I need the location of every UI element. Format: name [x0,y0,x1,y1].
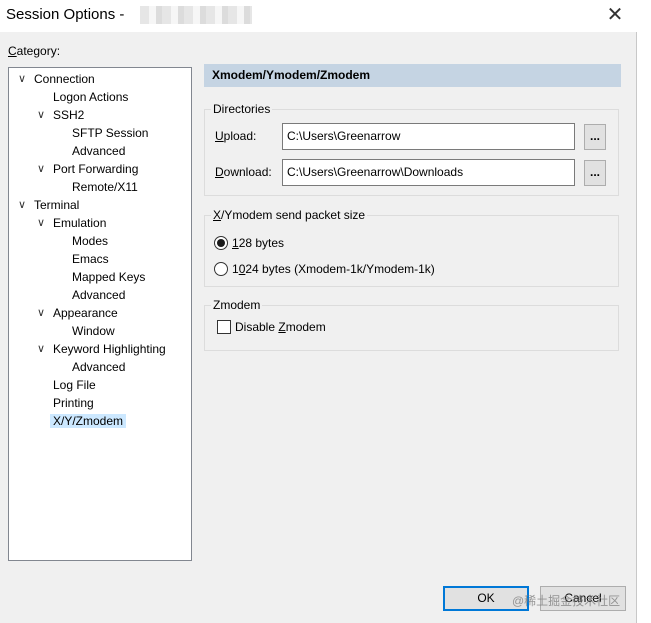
download-path-input[interactable]: C:\Users\Greenarrow\Downloads [282,159,575,186]
packet-128-radio[interactable] [214,236,228,250]
close-icon[interactable]: ✕ [601,2,629,28]
upload-label: Upload: [215,129,257,143]
directories-title: Directories [211,102,273,116]
upload-path-input[interactable]: C:\Users\Greenarrow [282,123,575,150]
category-tree[interactable]: ∨ Connection Logon Actions ∨ SSH2 SFTP S… [8,67,192,561]
download-label: Download: [215,165,272,179]
download-browse-button[interactable]: ... [584,160,606,186]
packet-1024-radio[interactable] [214,262,228,276]
disable-zmodem-checkbox[interactable] [217,320,231,334]
category-label: Category: [8,44,61,58]
chevron-down-icon[interactable]: ∨ [36,214,46,232]
tree-item-remote-x11[interactable]: Remote/X11 [72,178,138,196]
watermark: @稀土掘金技术社区 [512,594,621,608]
disable-zmodem-label[interactable]: Disable Zmodem [235,319,326,335]
tree-item-modes[interactable]: Modes [72,232,108,250]
chevron-down-icon[interactable]: ∨ [17,70,27,88]
tree-item-ssh2[interactable]: ∨ SSH2 [37,106,84,124]
tree-item-appearance[interactable]: ∨ Appearance [37,304,118,322]
tree-item-logon-actions[interactable]: Logon Actions [53,88,128,106]
tree-item-connection[interactable]: ∨ Connection [18,70,95,88]
tree-item-ssh2-advanced[interactable]: Advanced [72,142,125,160]
tree-item-terminal[interactable]: ∨ Terminal [18,196,79,214]
panel-header: Xmodem/Ymodem/Zmodem [204,64,621,87]
tree-item-emacs[interactable]: Emacs [72,250,109,268]
tree-item-printing[interactable]: Printing [53,394,94,412]
tree-item-log-file[interactable]: Log File [53,376,96,394]
tree-item-mapped-keys[interactable]: Mapped Keys [72,268,145,286]
tree-item-port-forwarding[interactable]: ∨ Port Forwarding [37,160,138,178]
chevron-down-icon[interactable]: ∨ [36,106,46,124]
tree-item-emulation-advanced[interactable]: Advanced [72,286,125,304]
chevron-down-icon[interactable]: ∨ [36,340,46,358]
tree-item-xyzmodem[interactable]: X/Y/Zmodem [50,412,127,430]
packet-128-label[interactable]: 128 bytes [232,235,284,251]
zmodem-title: Zmodem [211,298,263,312]
tree-item-keyword-advanced[interactable]: Advanced [72,358,125,376]
chevron-down-icon[interactable]: ∨ [36,304,46,322]
packet-1024-label[interactable]: 1024 bytes (Xmodem-1k/Ymodem-1k) [232,261,435,277]
chevron-down-icon[interactable]: ∨ [17,196,27,214]
tree-item-keyword-highlighting[interactable]: ∨ Keyword Highlighting [37,340,166,358]
title-bar[interactable]: Session Options - ✕ [0,0,637,32]
tree-item-emulation[interactable]: ∨ Emulation [37,214,106,232]
chevron-down-icon[interactable]: ∨ [36,160,46,178]
tree-item-window[interactable]: Window [72,322,115,340]
window-title: Session Options - [6,6,125,23]
packet-size-title: X/Ymodem send packet size [211,208,368,222]
tree-item-sftp-session[interactable]: SFTP Session [72,124,148,142]
upload-browse-button[interactable]: ... [584,124,606,150]
redacted-session-name [140,6,252,24]
session-options-dialog: Session Options - ✕ Category: ∨ Connecti… [0,0,637,623]
